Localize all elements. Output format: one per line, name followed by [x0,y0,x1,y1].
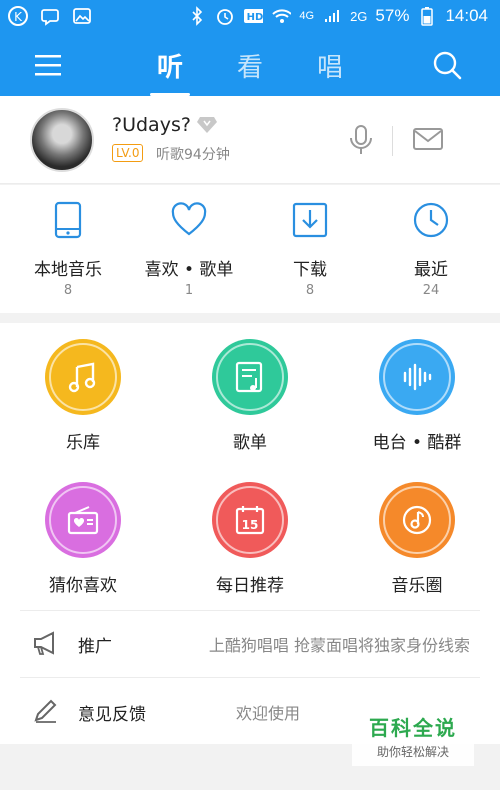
divider [392,126,393,156]
feature-music-circle[interactable]: 音乐圈 [334,466,500,606]
search-icon[interactable] [432,50,462,80]
quick-item-count: 8 [63,283,73,298]
feature-label: 歌单 [233,433,267,453]
top-nav: 听 看 唱 [0,34,500,96]
tab-sing[interactable]: 唱 [300,34,360,96]
feature-label: 乐库 [66,433,100,453]
radio-heart-icon [45,482,121,558]
quick-item-count: 8 [305,283,315,298]
watermark: 百科全说 助你轻松解决 [352,706,474,766]
list-item-label: 推广 [78,637,112,657]
heart-icon [171,201,207,239]
pencil-icon [32,698,60,724]
watermark-subtitle: 助你轻松解决 [376,745,449,759]
feature-grid: 乐库 歌单 电台 • 酷群 猜你喜欢 15 每日推荐 音乐圈 [0,323,500,610]
mail-icon[interactable] [412,126,444,156]
status-bar: K HD 4G 2G 57% 14:04 [0,0,500,34]
feature-label: 电台 • 酷群 [372,433,462,453]
calendar-icon: 15 [212,482,288,558]
quick-item-label: 本地音乐 [34,260,102,280]
feature-label: 每日推荐 [216,576,284,596]
download-icon [292,201,328,239]
diamond-icon[interactable] [196,114,218,134]
quick-item-label: 下载 [293,260,327,280]
feature-label: 猜你喜欢 [49,576,117,596]
watermark-title: 百科全说 [369,716,457,740]
megaphone-icon [32,630,60,656]
username: ?Udays? [112,114,191,136]
svg-text:15: 15 [242,518,259,532]
alarm-icon [215,6,235,26]
quick-access: 本地音乐 8 喜欢 • 歌单 1 下载 8 最近 24 [0,185,500,313]
quick-item-label: 喜欢 • 歌单 [144,260,234,280]
avatar[interactable] [30,108,94,172]
feature-daily-recommend[interactable]: 15 每日推荐 [167,466,333,606]
level-badge: LV.0 [112,144,144,162]
feature-music-library[interactable]: 乐库 [0,323,166,463]
battery-percent: 57% [375,6,410,25]
battery-icon [417,6,437,26]
quick-item-count: 24 [422,283,440,298]
menu-icon[interactable] [34,52,64,78]
network-type-2: 2G [350,8,368,24]
quick-item-label: 最近 [414,260,448,280]
tab-watch[interactable]: 看 [220,34,280,96]
hd-icon: HD [243,6,264,26]
quick-item-downloads[interactable]: 下载 8 [250,185,370,313]
phone-icon [50,201,86,239]
clock: 14:04 [445,6,488,25]
main-tabs: 听 看 唱 [140,34,360,96]
tab-listen[interactable]: 听 [140,34,200,96]
feature-guess-you-like[interactable]: 猜你喜欢 [0,466,166,606]
chat-icon [40,6,60,26]
feature-playlists[interactable]: 歌单 [167,323,333,463]
music-note-icon [45,339,121,415]
sound-wave-icon [379,339,455,415]
voice-search-icon[interactable] [348,124,374,160]
list-item-desc: 欢迎使用 [235,704,300,723]
listen-time: 听歌94分钟 [156,147,230,163]
signal-icon [322,6,342,26]
network-type: 4G [299,10,315,22]
quick-item-recent[interactable]: 最近 24 [371,185,491,313]
kugou-icon: K [8,6,28,26]
wifi-icon [271,6,292,26]
quick-item-count: 1 [184,283,194,298]
playlist-icon [212,339,288,415]
list-item-promotion[interactable]: 推广 上酷狗唱唱 抢蒙面唱将独家身份线索 [0,610,500,676]
list-item-label: 意见反馈 [78,705,146,725]
svg-text:HD: HD [247,12,263,23]
feature-radio[interactable]: 电台 • 酷群 [334,323,500,463]
svg-text:K: K [14,10,23,24]
image-icon [72,6,92,26]
feature-label: 音乐圈 [391,576,443,596]
clock-icon [413,201,449,239]
list-item-desc: 上酷狗唱唱 抢蒙面唱将独家身份线索 [208,636,470,655]
quick-item-local-music[interactable]: 本地音乐 8 [8,185,128,313]
disc-note-icon [379,482,455,558]
quick-item-favorites[interactable]: 喜欢 • 歌单 1 [129,185,249,313]
bluetooth-icon [187,6,207,26]
